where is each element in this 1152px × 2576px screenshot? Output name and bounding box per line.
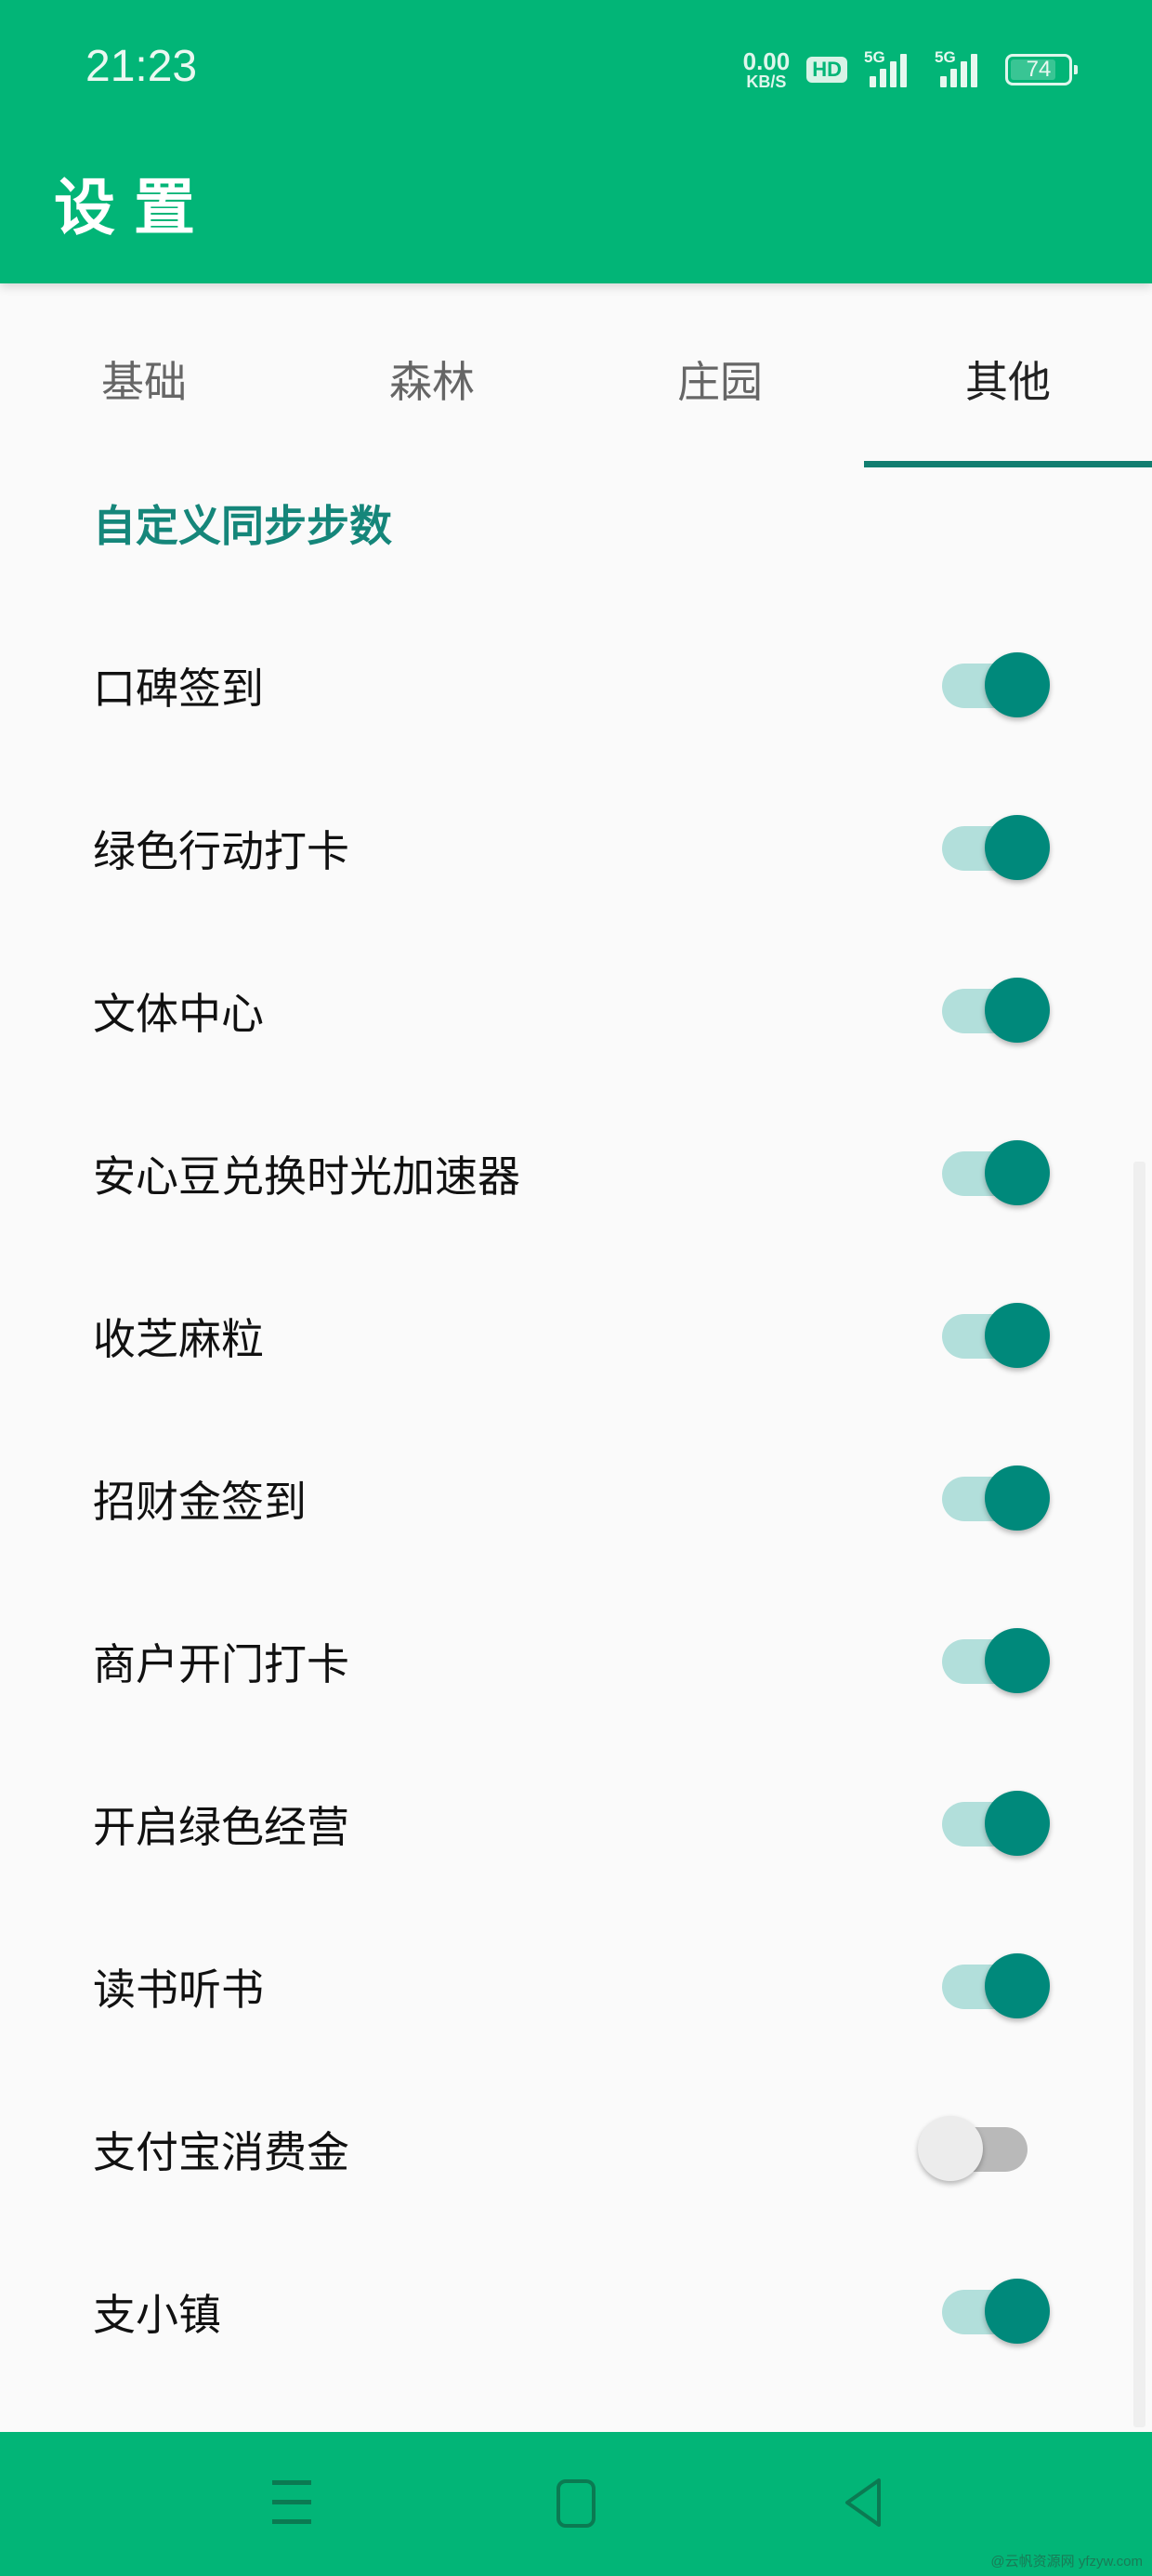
switch-thumb	[985, 1952, 1050, 2018]
setting-label: 开启绿色经营	[93, 1801, 349, 1852]
setting-row[interactable]: 支付宝消费金	[0, 2068, 1152, 2230]
network-speed-value: 0.00	[742, 47, 791, 75]
menu-icon	[272, 2480, 311, 2524]
sim1-network-label: 5G	[864, 48, 885, 66]
toggle-switch[interactable]	[938, 811, 1050, 886]
setting-row[interactable]: 收芝麻粒	[0, 1255, 1152, 1417]
tab-bar: 基础 森林 庄园 其他	[0, 283, 1152, 467]
switch-thumb	[985, 2278, 1050, 2344]
recent-apps-button[interactable]	[246, 2460, 339, 2543]
setting-label: 文体中心	[93, 988, 264, 1039]
hd-voice-icon: HD	[806, 57, 847, 83]
toggle-switch[interactable]	[916, 2112, 1028, 2187]
scrollbar[interactable]	[1133, 1162, 1145, 2427]
setting-row[interactable]: 安心豆兑换时光加速器	[0, 1092, 1152, 1255]
switch-thumb	[985, 1627, 1050, 1693]
switch-thumb	[985, 1790, 1050, 1856]
toggle-switch[interactable]	[938, 1787, 1050, 1861]
tab-label: 其他	[965, 357, 1051, 407]
tab-label: 森林	[389, 357, 475, 407]
sim2-network-label: 5G	[935, 48, 956, 66]
tab-forest[interactable]: 森林	[288, 283, 576, 467]
watermark: @云帆资源网 yfzyw.com	[990, 2554, 1143, 2569]
setting-label: 商户开门打卡	[93, 1638, 349, 1689]
back-icon	[845, 2478, 881, 2527]
tab-indicator	[864, 461, 1152, 467]
toggle-switch[interactable]	[938, 1950, 1050, 2024]
setting-row[interactable]: 读书听书	[0, 1905, 1152, 2068]
switch-thumb	[985, 1465, 1050, 1531]
back-button[interactable]	[818, 2460, 910, 2543]
setting-row[interactable]: 文体中心	[0, 929, 1152, 1092]
switch-thumb	[918, 2115, 983, 2181]
signal-5g-sim2-icon: 5G	[935, 48, 988, 91]
switch-thumb	[985, 651, 1050, 717]
system-nav-bar: @云帆资源网 yfzyw.com	[0, 2432, 1152, 2576]
setting-row[interactable]: 支小镇	[0, 2230, 1152, 2393]
toggle-switch[interactable]	[938, 1137, 1050, 1211]
signal-5g-sim1-icon: 5G	[864, 48, 918, 91]
setting-row[interactable]: 开启绿色经营	[0, 1742, 1152, 1905]
setting-label: 绿色行动打卡	[93, 825, 349, 876]
setting-label: 收芝麻粒	[93, 1313, 264, 1364]
status-time: 21:23	[85, 42, 198, 91]
switch-thumb	[985, 1139, 1050, 1205]
tab-basic[interactable]: 基础	[0, 283, 288, 467]
app-header: 21:23 0.00 KB/S HD 5G 5G 74 设置	[0, 0, 1152, 283]
setting-label: 口碑签到	[93, 663, 264, 714]
status-icons: 0.00 KB/S HD 5G 5G 74	[743, 46, 1078, 93]
settings-list: 口碑签到 绿色行动打卡 文体中心 安心豆兑换时光加速器 收芝麻粒 招财金签到 商…	[0, 604, 1152, 2393]
toggle-switch[interactable]	[938, 1624, 1050, 1699]
battery-percent: 74	[1026, 57, 1052, 82]
setting-row[interactable]: 招财金签到	[0, 1417, 1152, 1580]
home-icon	[556, 2479, 596, 2528]
hd-badge-label: HD	[812, 58, 842, 81]
tab-label: 基础	[101, 357, 187, 407]
toggle-switch[interactable]	[938, 974, 1050, 1048]
setting-row[interactable]: 口碑签到	[0, 604, 1152, 767]
page-title: 设置	[54, 172, 214, 243]
switch-thumb	[985, 814, 1050, 880]
setting-row[interactable]: 绿色行动打卡	[0, 767, 1152, 929]
toggle-switch[interactable]	[938, 1299, 1050, 1373]
setting-label: 支付宝消费金	[93, 2126, 349, 2177]
home-button[interactable]	[530, 2460, 622, 2543]
switch-thumb	[985, 1302, 1050, 1368]
network-speed-unit: KB/S	[746, 72, 787, 91]
toggle-switch[interactable]	[938, 1462, 1050, 1536]
custom-sync-steps-setting[interactable]: 自定义同步步数	[93, 493, 392, 554]
tab-label: 庄园	[677, 357, 763, 407]
toggle-switch[interactable]	[938, 2275, 1050, 2349]
tab-manor[interactable]: 庄园	[576, 283, 864, 467]
setting-label: 安心豆兑换时光加速器	[93, 1150, 520, 1202]
setting-label: 支小镇	[93, 2289, 221, 2340]
setting-label: 读书听书	[93, 1964, 264, 2015]
setting-row[interactable]: 商户开门打卡	[0, 1580, 1152, 1742]
setting-label: 招财金签到	[93, 1476, 307, 1527]
tab-other[interactable]: 其他	[864, 283, 1152, 467]
toggle-switch[interactable]	[938, 649, 1050, 723]
battery-icon: 74	[1005, 54, 1078, 85]
network-speed-indicator: 0.00 KB/S	[743, 49, 791, 90]
switch-thumb	[985, 977, 1050, 1043]
